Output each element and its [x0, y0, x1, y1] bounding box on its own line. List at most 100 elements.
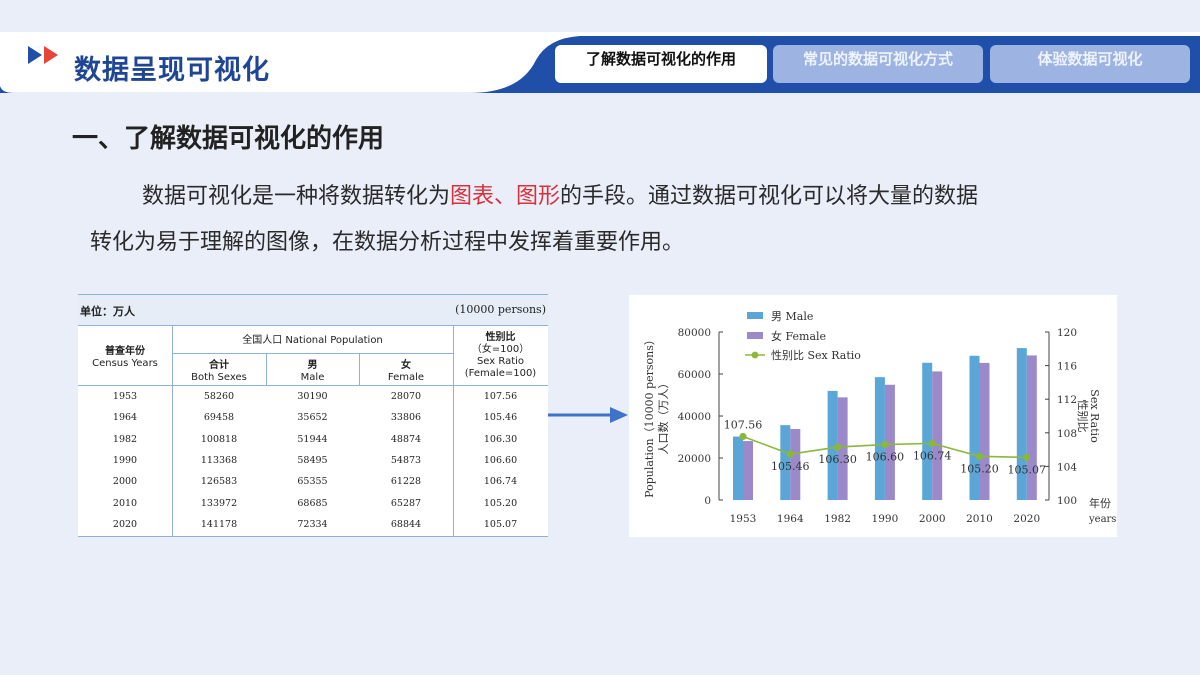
table-cell-male: 72334	[297, 518, 328, 530]
table-cell-male: 30190	[297, 391, 328, 402]
table-cell-male: 68685	[297, 497, 328, 509]
table-cell-male: 58495	[297, 454, 328, 466]
legend-label-male: 男 Male	[771, 310, 813, 323]
table-cell-year: 2000	[112, 476, 138, 488]
col-year-cn: 普查年份	[105, 346, 145, 357]
col-female-cn: 女	[401, 360, 411, 371]
table-cell-year: 1953	[112, 391, 138, 402]
right-tick-label: 108	[1057, 428, 1077, 440]
tab-experience-visualization[interactable]: 体验数据可视化	[990, 45, 1190, 83]
sex-ratio-data-label: 106.60	[866, 451, 905, 464]
para-part1: 数据可视化是一种将数据转化为	[142, 184, 451, 209]
col-year-en: Census Years	[92, 358, 158, 369]
sex-ratio-point	[881, 440, 889, 449]
table-cell-female: 28070	[390, 391, 422, 402]
left-tick-label: 80000	[678, 327, 711, 339]
col-female-en: Female	[387, 372, 425, 383]
table-cell-total: 126583	[200, 476, 238, 488]
bar-male	[1016, 348, 1027, 500]
table-cell-ratio: 105.46	[483, 412, 518, 424]
intro-paragraph: 数据可视化是一种将数据转化为图表、图形的手段。通过数据可视化可以将大量的数据 转…	[90, 174, 1130, 266]
para-line2: 转化为易于理解的图像，在数据分析过程中发挥着重要作用。	[90, 230, 685, 255]
para-part2: 的手段。通过数据可视化可以将大量的数据	[560, 184, 979, 209]
x-axis-title-cn: 年份	[1089, 496, 1111, 510]
legend-swatch-female	[747, 332, 763, 339]
bar-male	[733, 436, 743, 500]
x-tick-label: 2000	[919, 513, 946, 525]
table-cell-female: 61228	[390, 476, 422, 488]
x-tick-label: 1990	[872, 513, 899, 525]
left-tick-label: 0	[704, 495, 711, 507]
table-cell-female: 54873	[390, 454, 422, 466]
table-cell-total: 100818	[200, 433, 238, 445]
y-axis-title-left-cn: 人口数（万人）	[657, 378, 670, 455]
right-tick-label: 104	[1057, 461, 1077, 473]
sex-ratio-point	[975, 452, 984, 460]
sex-ratio-data-label: 106.30	[818, 453, 857, 466]
sex-ratio-data-label: 105.07	[1008, 463, 1047, 476]
census-table: 单位：万人 (10000 persons) 普查年份 Census Years …	[78, 294, 548, 537]
right-tick-label: 116	[1057, 361, 1077, 373]
table-cell-ratio: 106.30	[483, 433, 518, 445]
table-cell-male: 51944	[297, 433, 328, 445]
table-cell-total: 133972	[200, 497, 238, 509]
sex-ratio-data-label: 107.56	[724, 418, 763, 431]
table-unit-bar: 单位：万人 (10000 persons)	[78, 294, 548, 326]
table-cell-female: 65287	[390, 497, 422, 509]
table-cell-ratio: 105.07	[483, 518, 518, 530]
group-header: 全国人口 National Population	[242, 335, 383, 346]
table-cell-male: 35652	[297, 412, 328, 424]
table-cell-year: 1982	[112, 433, 138, 445]
table-unit-en: (10000 persons)	[455, 303, 546, 316]
legend-label-female: 女 Female	[771, 329, 826, 343]
table-cell-total: 141178	[200, 518, 238, 530]
table-cell-ratio: 107.56	[483, 391, 518, 402]
bar-female	[1026, 355, 1037, 500]
table-cell-total: 113368	[200, 454, 238, 466]
table-cell-female: 68844	[390, 518, 422, 530]
sex-ratio-point	[739, 432, 747, 441]
x-tick-label: 1953	[730, 513, 757, 525]
legend-label-ratio: 性别比 Sex Ratio	[771, 348, 861, 362]
tab-understand-visualization[interactable]: 了解数据可视化的作用	[555, 45, 767, 83]
table-cell-ratio: 106.60	[483, 454, 518, 466]
col-male-en: Male	[300, 372, 325, 383]
y-axis-title-left-en: Population（10000 persons）	[643, 334, 656, 498]
table-cell-ratio: 105.20	[483, 497, 518, 509]
table-cell-male: 65355	[297, 476, 328, 488]
col-ratio-cn: 性别比	[485, 332, 516, 343]
legend-point-ratio	[751, 351, 759, 359]
table-cell-female: 48874	[390, 433, 422, 445]
section-title: 一、了解数据可视化的作用	[72, 124, 385, 154]
bar-male	[969, 355, 980, 500]
sex-ratio-data-label: 105.46	[771, 460, 810, 473]
sex-ratio-point	[1023, 453, 1031, 462]
tab-common-visualization-methods[interactable]: 常见的数据可视化方式	[773, 45, 983, 83]
sex-ratio-point	[786, 450, 794, 458]
col-ratio-en2: (Female=100)	[464, 368, 537, 379]
sex-ratio-point	[834, 443, 842, 451]
table-cell-year: 1964	[112, 412, 138, 424]
sex-ratio-point	[928, 439, 936, 447]
left-tick-label: 40000	[678, 411, 711, 423]
legend-swatch-male	[747, 312, 763, 319]
x-axis-title-en: years	[1088, 514, 1116, 525]
table-cell-year: 1990	[112, 454, 138, 466]
table-cell-female: 33806	[390, 412, 422, 424]
col-ratio-cn2: （女=100）	[471, 344, 530, 355]
table-cell-total: 58260	[203, 391, 235, 402]
x-tick-label: 2010	[966, 513, 993, 525]
page-title: 数据呈现可视化	[74, 55, 270, 86]
table-cell-year: 2010	[112, 497, 138, 509]
right-tick-label: 120	[1057, 327, 1077, 339]
table-cell-year: 2020	[112, 518, 138, 530]
col-male-cn: 男	[307, 360, 318, 371]
bar-male	[874, 377, 885, 500]
x-tick-label: 1964	[777, 513, 804, 525]
bar-female	[932, 371, 943, 500]
bar-female	[979, 362, 990, 500]
right-tick-label: 100	[1057, 495, 1077, 507]
chart-svg: 0 20000 40000 60000 80000 100 104 108 112 116 120 1…	[643, 310, 1116, 525]
sex-ratio-data-label: 106.74	[913, 449, 952, 462]
bar-male	[922, 362, 933, 500]
